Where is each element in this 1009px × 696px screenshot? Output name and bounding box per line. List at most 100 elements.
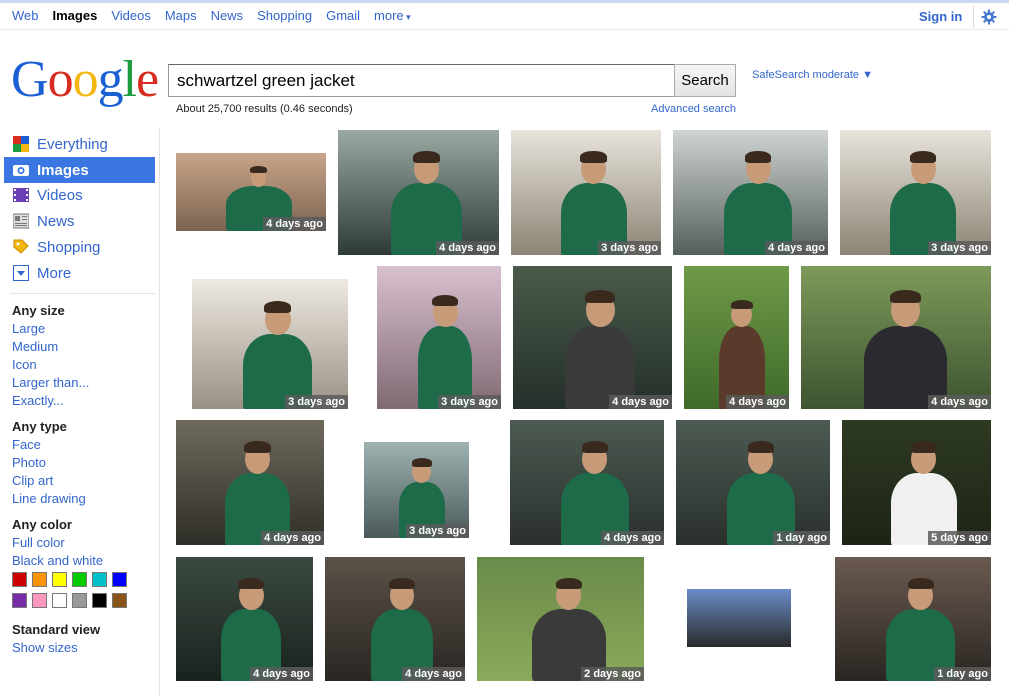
image-result-thumbnail[interactable]: 4 days ago [801, 266, 991, 409]
sidebar-item-label: Everything [37, 135, 108, 153]
gear-icon[interactable] [981, 9, 997, 25]
color-swatch[interactable] [112, 572, 127, 587]
image-age-label: 3 days ago [406, 524, 469, 538]
image-age-label: 4 days ago [609, 395, 672, 409]
filter-heading-size[interactable]: Any size [12, 303, 65, 318]
safesearch-dropdown[interactable]: SafeSearch moderate ▼ [752, 69, 873, 81]
image-result-thumbnail[interactable]: 4 days ago [673, 130, 828, 255]
image-age-label: 3 days ago [598, 241, 661, 255]
nav-web[interactable]: Web [5, 8, 46, 23]
nav-shopping[interactable]: Shopping [250, 8, 319, 23]
image-age-label: 4 days ago [436, 241, 499, 255]
filter-type-clip-art[interactable]: Clip art [12, 473, 53, 488]
person-hair [747, 441, 774, 453]
color-swatch[interactable] [72, 593, 87, 608]
filter-size-exactly[interactable]: Exactly... [12, 393, 64, 408]
filter-size-large[interactable]: Large [12, 321, 45, 336]
image-age-label: 4 days ago [726, 395, 789, 409]
filter-type-face[interactable]: Face [12, 437, 41, 452]
image-age-label: 1 day ago [934, 667, 991, 681]
image-result-thumbnail[interactable]: 3 days ago [840, 130, 991, 255]
filter-color-bw[interactable]: Black and white [12, 553, 103, 568]
image-result-thumbnail[interactable]: 4 days ago [176, 153, 326, 231]
image-result-thumbnail[interactable]: 3 days ago [511, 130, 661, 255]
top-bar: Web Images Videos Maps News Shopping Gma… [0, 0, 1009, 30]
color-swatch[interactable] [112, 593, 127, 608]
filter-heading-color[interactable]: Any color [12, 517, 72, 532]
image-result-thumbnail[interactable]: 4 days ago [338, 130, 499, 255]
color-swatch[interactable] [92, 572, 107, 587]
filter-size-medium[interactable]: Medium [12, 339, 58, 354]
search-input[interactable] [168, 64, 675, 97]
sidebar-item-label: News [37, 212, 75, 230]
sidebar-item-shopping[interactable]: Shopping [4, 234, 155, 260]
filter-size-icon[interactable]: Icon [12, 357, 37, 372]
filter-heading-type[interactable]: Any type [12, 419, 67, 434]
newspaper-icon [12, 213, 29, 230]
image-result-thumbnail[interactable]: 4 days ago [176, 557, 313, 681]
person-hair [907, 578, 934, 590]
image-age-label: 3 days ago [438, 395, 501, 409]
film-icon [12, 187, 29, 204]
image-age-label: 4 days ago [263, 217, 326, 231]
color-swatch[interactable] [92, 593, 107, 608]
image-result-thumbnail[interactable]: 2 days ago [477, 557, 644, 681]
image-result-thumbnail[interactable]: 1 day ago [835, 557, 991, 681]
camera-icon [12, 162, 29, 179]
nav-gmail[interactable]: Gmail [319, 8, 367, 23]
nav-news[interactable]: News [204, 8, 251, 23]
color-swatch[interactable] [32, 572, 47, 587]
person-hair [432, 295, 459, 307]
person-hair [580, 151, 607, 163]
person-hair [745, 151, 772, 163]
sign-in-link[interactable]: Sign in [919, 9, 962, 24]
logo-letter: o [72, 51, 99, 108]
image-result-thumbnail[interactable]: 4 days ago [513, 266, 672, 409]
image-result-thumbnail[interactable]: 3 days ago [192, 279, 348, 409]
filter-type-photo[interactable]: Photo [12, 455, 46, 470]
sidebar-item-news[interactable]: News [4, 208, 155, 234]
advanced-search-link[interactable]: Advanced search [651, 103, 736, 115]
filter-type-line-drawing[interactable]: Line drawing [12, 491, 86, 506]
image-result-thumbnail[interactable]: 4 days ago [176, 420, 324, 545]
sidebar-item-label: Images [37, 161, 89, 179]
image-result-thumbnail[interactable]: 3 days ago [364, 442, 469, 538]
sidebar-item-everything[interactable]: Everything [4, 131, 155, 157]
nav-images[interactable]: Images [46, 8, 105, 23]
sidebar-item-images[interactable]: Images [4, 157, 155, 183]
image-age-label: 2 days ago [581, 667, 644, 681]
nav-maps[interactable]: Maps [158, 8, 204, 23]
show-sizes-link[interactable]: Show sizes [12, 640, 78, 655]
color-swatch[interactable] [12, 572, 27, 587]
sidebar-divider [10, 293, 155, 294]
color-swatch[interactable] [52, 572, 67, 587]
logo-letter: l [122, 51, 137, 108]
person-hair [585, 290, 616, 304]
color-swatch[interactable] [32, 593, 47, 608]
image-age-label: 1 day ago [773, 531, 830, 545]
image-result-thumbnail[interactable] [687, 589, 791, 647]
image-result-thumbnail[interactable]: 3 days ago [377, 266, 501, 409]
google-logo[interactable]: Google [11, 51, 159, 108]
filter-color-full[interactable]: Full color [12, 535, 65, 550]
color-swatch[interactable] [72, 572, 87, 587]
sidebar-item-more[interactable]: More [4, 260, 155, 286]
filter-size-larger-than[interactable]: Larger than... [12, 375, 89, 390]
image-result-thumbnail[interactable]: 4 days ago [684, 266, 789, 409]
image-result-thumbnail[interactable]: 4 days ago [510, 420, 664, 545]
search-button[interactable]: Search [674, 64, 736, 97]
image-result-thumbnail[interactable]: 1 day ago [676, 420, 830, 545]
sidebar-item-videos[interactable]: Videos [4, 182, 155, 208]
image-result-thumbnail[interactable]: 4 days ago [325, 557, 465, 681]
color-swatch[interactable] [12, 593, 27, 608]
view-heading[interactable]: Standard view [12, 622, 100, 637]
nav-more[interactable]: more [367, 8, 418, 23]
logo-letter: o [47, 51, 74, 108]
nav-videos[interactable]: Videos [104, 8, 158, 23]
person-hair [910, 441, 938, 453]
image-age-label: 4 days ago [250, 667, 313, 681]
image-result-thumbnail[interactable]: 5 days ago [842, 420, 991, 545]
color-swatch[interactable] [52, 593, 67, 608]
result-stats: About 25,700 results (0.46 seconds) [176, 103, 353, 115]
person-hair [244, 441, 271, 453]
